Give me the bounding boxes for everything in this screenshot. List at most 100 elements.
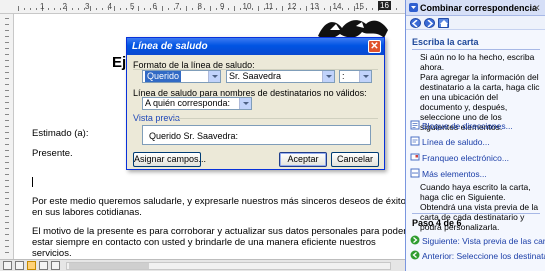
ruler-tick: [348, 8, 349, 10]
address-block-link[interactable]: Bloque de direcciones...: [422, 121, 513, 131]
dialog-close-button[interactable]: ✕: [368, 40, 381, 53]
task-pane-nav: [406, 16, 545, 30]
ruler-number: 4: [107, 2, 112, 11]
web-layout-view-button[interactable]: [15, 261, 24, 270]
chevron-down-icon[interactable]: [359, 71, 371, 82]
greeting-line: Estimado (a):: [32, 128, 89, 139]
mail-merge-task-pane: Combinar correspondencia ✕ Escriba la ca…: [405, 0, 545, 271]
outline-view-button[interactable]: [39, 261, 48, 270]
ruler-tick: [5, 186, 9, 187]
ruler-number: 9: [220, 2, 225, 11]
close-icon[interactable]: ✕: [533, 3, 541, 14]
print-layout-view-button[interactable]: [27, 261, 36, 270]
ruler-tick: [162, 6, 163, 11]
ruler-tick: [216, 8, 217, 10]
ruler-number: 2: [62, 2, 67, 11]
more-items-icon: [410, 168, 420, 178]
previous-step-link[interactable]: Anterior: Seleccione los destinatarios: [422, 251, 545, 261]
chevron-down-icon[interactable]: [208, 71, 220, 82]
punctuation-select[interactable]: :: [339, 70, 372, 83]
ruler-tick: [5, 144, 9, 145]
ruler-tick: [5, 18, 9, 19]
invalid-recipients-value: A quién corresponda:: [145, 98, 231, 108]
ruler-tick: [5, 126, 9, 127]
normal-view-button[interactable]: [3, 261, 12, 270]
chevron-down-icon[interactable]: [322, 71, 334, 82]
task-pane-menu-icon[interactable]: [409, 3, 418, 12]
horizontal-scroll-thumb[interactable]: [69, 263, 149, 269]
ruler-tick: [5, 240, 9, 241]
task-pane-titlebar: Combinar correspondencia ✕: [406, 0, 545, 16]
address-block-icon: [410, 120, 420, 130]
ruler-tick: [150, 8, 151, 10]
ruler-tick: [30, 8, 31, 10]
greeting-line-link[interactable]: Línea de saludo...: [422, 137, 490, 147]
ruler-tick: [342, 8, 343, 10]
reading-view-button[interactable]: [51, 261, 60, 270]
ruler-tick: [210, 6, 211, 11]
paragraph-1-line-2: en sus labores cotidianas.: [32, 207, 142, 218]
preview-text: Querido Sr. Saavedra:: [149, 131, 239, 141]
name-format-select[interactable]: Sr. Saavedra: [226, 70, 335, 83]
salutation-value: Querido: [145, 71, 182, 82]
dialog-title: Línea de saludo: [132, 41, 208, 52]
more-items-link[interactable]: Más elementos...: [422, 169, 487, 179]
vertical-ruler[interactable]: [0, 14, 14, 259]
intro-text: Si aún no lo ha hecho, escriba ahora.: [420, 52, 535, 72]
ruler-tick: [168, 8, 169, 10]
electronic-postage-link[interactable]: Franqueo electrónico...: [422, 153, 509, 163]
salutation-select[interactable]: Querido: [142, 70, 221, 83]
next-step-link[interactable]: Siguiente: Vista previa de las cartas: [422, 236, 545, 246]
invalid-recipients-select[interactable]: A quién corresponda:: [142, 97, 252, 110]
ruler-number: 15: [355, 2, 364, 11]
ruler-tick: [96, 8, 97, 10]
paragraph-2-line-3: servicios.: [32, 248, 72, 259]
document-heading: Ej: [112, 54, 127, 71]
ruler-tick: [5, 120, 9, 121]
ruler-tick: [324, 8, 325, 10]
ruler-tick: [5, 222, 9, 223]
ruler-number: 8: [197, 2, 202, 11]
ruler-tick: [5, 210, 9, 211]
ruler-tick: [5, 90, 9, 91]
ruler-number: 5: [130, 2, 135, 11]
ruler-tick: [282, 6, 283, 11]
ruler-tick: [240, 8, 241, 10]
ruler-tick: [180, 8, 181, 10]
chevron-down-icon[interactable]: [239, 98, 251, 109]
section-heading: Escriba la carta: [412, 37, 479, 47]
ruler-tick: [5, 168, 9, 169]
ruler-tick: [5, 138, 9, 139]
ruler-tick: [258, 6, 259, 11]
home-icon[interactable]: [438, 18, 449, 28]
ruler-tick: [5, 72, 9, 73]
ruler-tick: [18, 6, 19, 11]
ruler-tick: [192, 8, 193, 10]
dialog-titlebar[interactable]: Línea de saludo ✕: [127, 38, 384, 55]
ruler-tick: [300, 8, 301, 10]
back-icon[interactable]: [410, 18, 421, 28]
ruler-tick: [5, 162, 9, 163]
ruler-tick: [5, 252, 9, 253]
ruler-tick: [5, 180, 9, 181]
cancel-button[interactable]: Cancelar: [331, 152, 379, 167]
electronic-postage-icon: [410, 153, 420, 161]
horizontal-scrollbar[interactable]: [66, 262, 391, 270]
ruler-tick: [5, 42, 9, 43]
ruler-tick: [5, 228, 9, 229]
ruler-tick: [36, 8, 37, 10]
heading-divider: [412, 49, 540, 50]
ruler-tick: [5, 108, 9, 109]
match-fields-button[interactable]: Asignar campos...: [133, 152, 206, 167]
ok-button[interactable]: Aceptar: [279, 152, 327, 167]
ruler-tick: [5, 216, 9, 217]
forward-icon[interactable]: [424, 18, 435, 28]
ruler-position-badge: 16: [378, 1, 391, 10]
ruler-tick: [186, 6, 187, 11]
view-toolbar: [0, 259, 405, 271]
horizontal-ruler[interactable]: 1 2 3 4 5 6 7 8 9 10 11 12 13 14 15 16: [0, 0, 405, 14]
ruler-tick: [5, 48, 9, 49]
preview-box: Querido Sr. Saavedra:: [142, 125, 371, 145]
ruler-number: 14: [332, 2, 342, 11]
step-indicator: Paso 4 de 6: [412, 218, 462, 228]
